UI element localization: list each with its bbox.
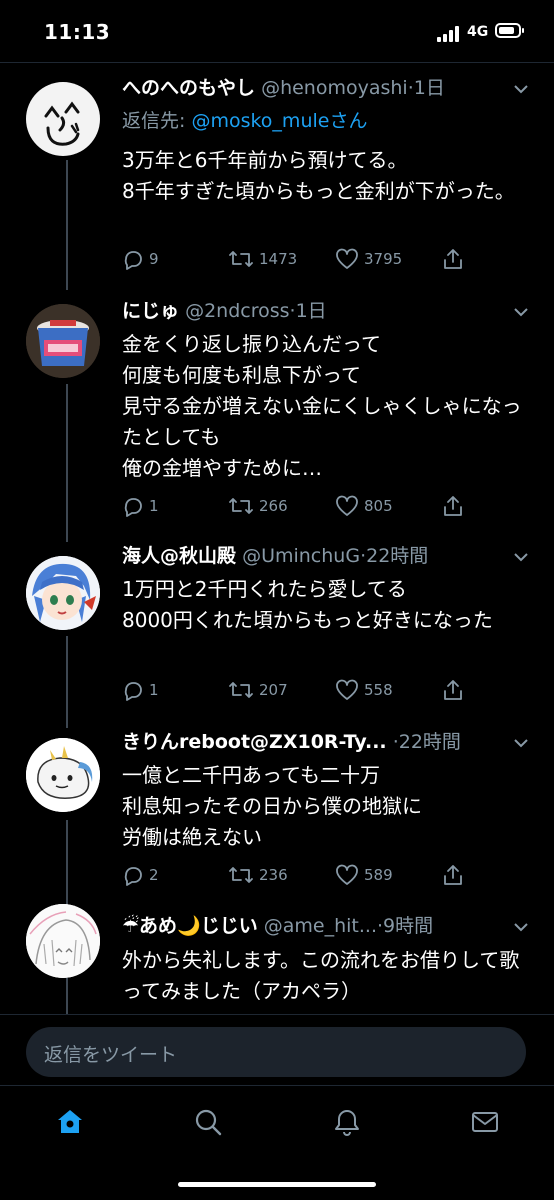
reply-placeholder: 返信をツイート <box>44 1044 178 1066</box>
tab-home[interactable] <box>52 1104 88 1140</box>
reply-bar: 返信をツイート <box>0 1015 554 1085</box>
home-indicator <box>178 1182 376 1187</box>
display-name[interactable]: ☔あめ🌙じじい <box>122 915 258 937</box>
tweet-text: 外から失礼します。この流れをお借りして歌ってみました（アカペラ） <box>122 948 520 1003</box>
notifications-icon <box>335 1110 359 1136</box>
home-icon <box>58 1110 82 1133</box>
handle[interactable]: @ame_hit... <box>264 915 377 937</box>
avatar[interactable] <box>26 904 100 978</box>
search-icon <box>195 1109 222 1136</box>
chevron-down-icon[interactable] <box>514 922 528 932</box>
messages-icon <box>472 1112 498 1132</box>
tweet-5[interactable]: ☔あめ🌙じじい @ame_hit...·9時間 外から失礼します。この流れをお借… <box>0 0 554 1014</box>
reply-input[interactable]: 返信をツイート <box>26 1027 526 1077</box>
tab-search[interactable] <box>190 1104 226 1140</box>
tab-notifications[interactable] <box>329 1104 365 1140</box>
timestamp: ·9時間 <box>376 915 434 937</box>
tweet-header: ☔あめ🌙じじい @ame_hit...·9時間 <box>122 913 510 939</box>
tab-messages[interactable] <box>467 1104 503 1140</box>
